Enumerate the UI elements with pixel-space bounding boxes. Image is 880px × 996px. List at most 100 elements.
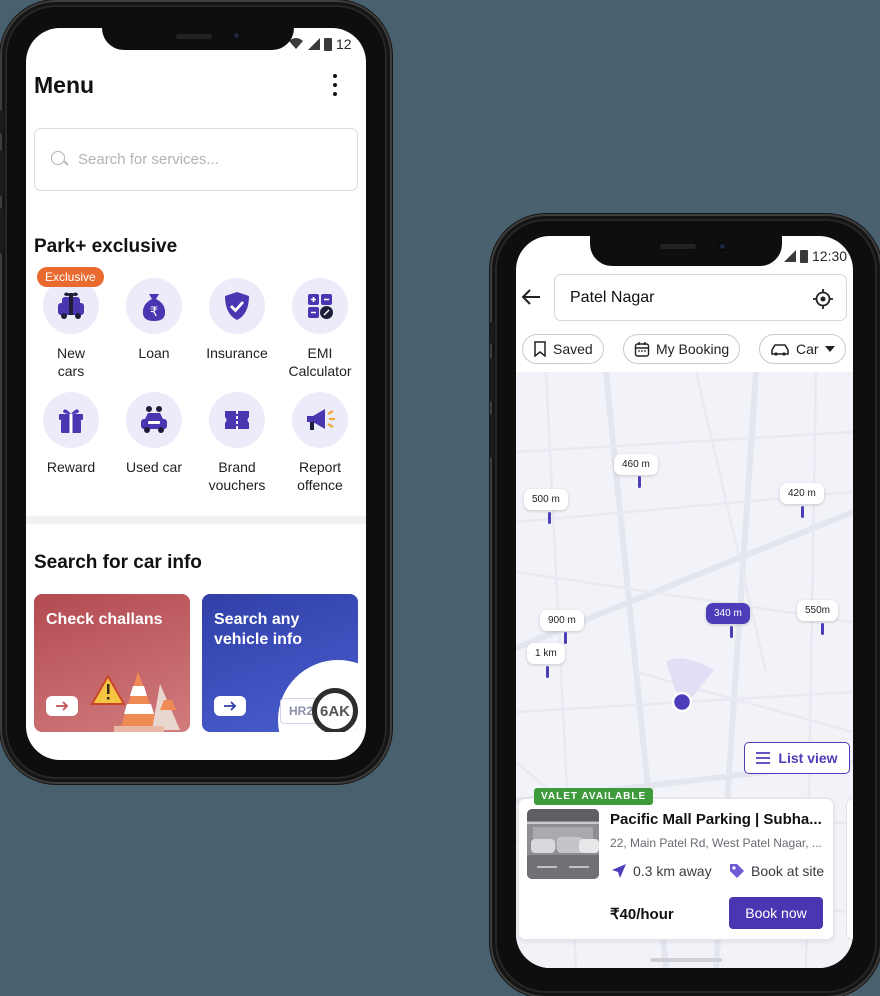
check-challans-card[interactable]: Check challans [34, 594, 190, 732]
calculator-icon [292, 278, 348, 334]
service-new-cars[interactable]: New cars [29, 278, 113, 380]
service-insurance[interactable]: Insurance [195, 278, 279, 362]
distance-marker[interactable]: 1 km [527, 643, 565, 664]
voucher-ticket-icon [209, 392, 265, 448]
marker-pin [546, 666, 549, 678]
service-label: cars [57, 363, 85, 379]
parking-address: 22, Main Patel Rd, West Patel Nagar, ... [610, 836, 822, 850]
arrow-right-icon[interactable] [46, 696, 78, 716]
service-reward[interactable]: Reward [29, 392, 113, 476]
money-bag-rupee-icon: ₹ [126, 278, 182, 334]
booking-type: Book at site [729, 863, 824, 879]
magnifier-lens: 6AK [312, 688, 358, 732]
distance-marker[interactable]: 460 m [614, 454, 658, 475]
tag-icon [730, 864, 744, 878]
service-label: Calculator [288, 363, 352, 379]
book-now-button[interactable]: Book now [729, 897, 823, 929]
parking-name: Pacific Mall Parking | Subha... [610, 811, 822, 828]
chip-label: Car [796, 341, 819, 357]
speaker [176, 34, 212, 39]
volume-up-button [0, 150, 4, 196]
marker-pin [564, 632, 567, 644]
service-label: Loan [138, 345, 170, 361]
car-icon [771, 344, 789, 356]
warning-cone-icon [90, 672, 180, 732]
distance-marker-selected[interactable]: 340 m [706, 603, 750, 624]
service-label: Insurance [206, 345, 268, 361]
service-loan[interactable]: ₹ Loan [112, 278, 196, 362]
service-label: Brand [218, 459, 256, 475]
back-arrow-icon[interactable] [521, 288, 541, 306]
service-brand-vouchers[interactable]: Brand vouchers [195, 392, 279, 494]
used-car-icon [126, 392, 182, 448]
distance-marker[interactable]: 900 m [540, 610, 584, 631]
location-text: Patel Nagar [570, 288, 655, 306]
status-bar: 12:30 [784, 248, 847, 264]
map-screen: 12:30 Patel Nagar Saved My Booking Car 4… [516, 236, 853, 968]
navigation-arrow-icon [612, 864, 626, 878]
menu-screen: 12 Menu Search for services... Park+ exc… [26, 28, 366, 760]
page-title: Menu [34, 72, 95, 98]
list-view-label: List view [778, 750, 838, 766]
right-phone: 12:30 Patel Nagar Saved My Booking Car 4… [490, 214, 880, 996]
car-filter-chip[interactable]: Car [759, 334, 846, 364]
chevron-down-icon [824, 346, 835, 352]
distance-marker[interactable]: 550m [797, 600, 839, 621]
marker-pin [638, 476, 641, 488]
arrow-right-icon[interactable] [214, 696, 246, 716]
chip-label: My Booking [656, 341, 730, 357]
next-parking-card[interactable] [846, 798, 853, 940]
locate-me-icon[interactable] [812, 288, 834, 310]
wifi-icon [289, 38, 303, 49]
camera [718, 242, 727, 251]
service-report-offence[interactable]: Report offence [278, 392, 362, 494]
service-used-car[interactable]: Used car [112, 392, 196, 476]
distance-marker[interactable]: 500 m [524, 489, 568, 510]
location-search-input[interactable]: Patel Nagar [554, 274, 847, 321]
search-icon [51, 151, 68, 168]
parking-thumbnail [527, 809, 599, 879]
gift-icon [43, 392, 99, 448]
distance-marker[interactable]: 420 m [780, 483, 824, 504]
more-options-icon[interactable] [330, 74, 340, 96]
calendar-icon [634, 342, 650, 357]
section-title-car-info: Search for car info [34, 552, 202, 573]
exclusive-badge: Exclusive [37, 267, 104, 287]
notch [590, 236, 782, 266]
megaphone-icon [292, 392, 348, 448]
status-time: 12 [336, 36, 352, 52]
chip-label: Saved [553, 341, 593, 357]
shield-check-icon [209, 278, 265, 334]
service-label: New [56, 345, 85, 361]
battery-icon [324, 37, 332, 51]
volume-up-button [490, 358, 494, 402]
my-booking-chip[interactable]: My Booking [623, 334, 741, 364]
parking-price: ₹40/hour [610, 906, 674, 923]
marker-pin [801, 506, 804, 518]
service-label: Used car [125, 459, 183, 475]
notch [102, 28, 294, 50]
parking-card[interactable]: Pacific Mall Parking | Subha... 22, Main… [518, 798, 834, 940]
marker-pin [548, 512, 551, 524]
volume-down-button [0, 208, 4, 254]
service-label: Report [298, 459, 342, 475]
search-placeholder: Search for services... [78, 151, 219, 168]
service-label: offence [297, 477, 343, 493]
service-label: vouchers [208, 477, 266, 493]
status-bar: 12 [288, 36, 352, 52]
valet-available-badge: VALET AVAILABLE [534, 788, 654, 805]
mute-switch [0, 110, 4, 134]
left-phone: 12 Menu Search for services... Park+ exc… [0, 0, 392, 784]
marker-pin [730, 626, 733, 638]
search-input[interactable]: Search for services... [34, 128, 358, 191]
card-title: Search any vehicle info [214, 611, 303, 648]
signal-icon [784, 250, 796, 262]
service-emi-calculator[interactable]: EMI Calculator [278, 278, 362, 380]
section-divider [26, 516, 366, 524]
list-view-button[interactable]: List view [744, 742, 850, 774]
vehicle-info-card[interactable]: Search any vehicle info HR2 6AK [202, 594, 358, 732]
section-title-exclusive: Park+ exclusive [34, 236, 178, 257]
signal-icon [308, 38, 320, 50]
home-indicator [650, 958, 722, 962]
saved-chip[interactable]: Saved [522, 334, 604, 364]
